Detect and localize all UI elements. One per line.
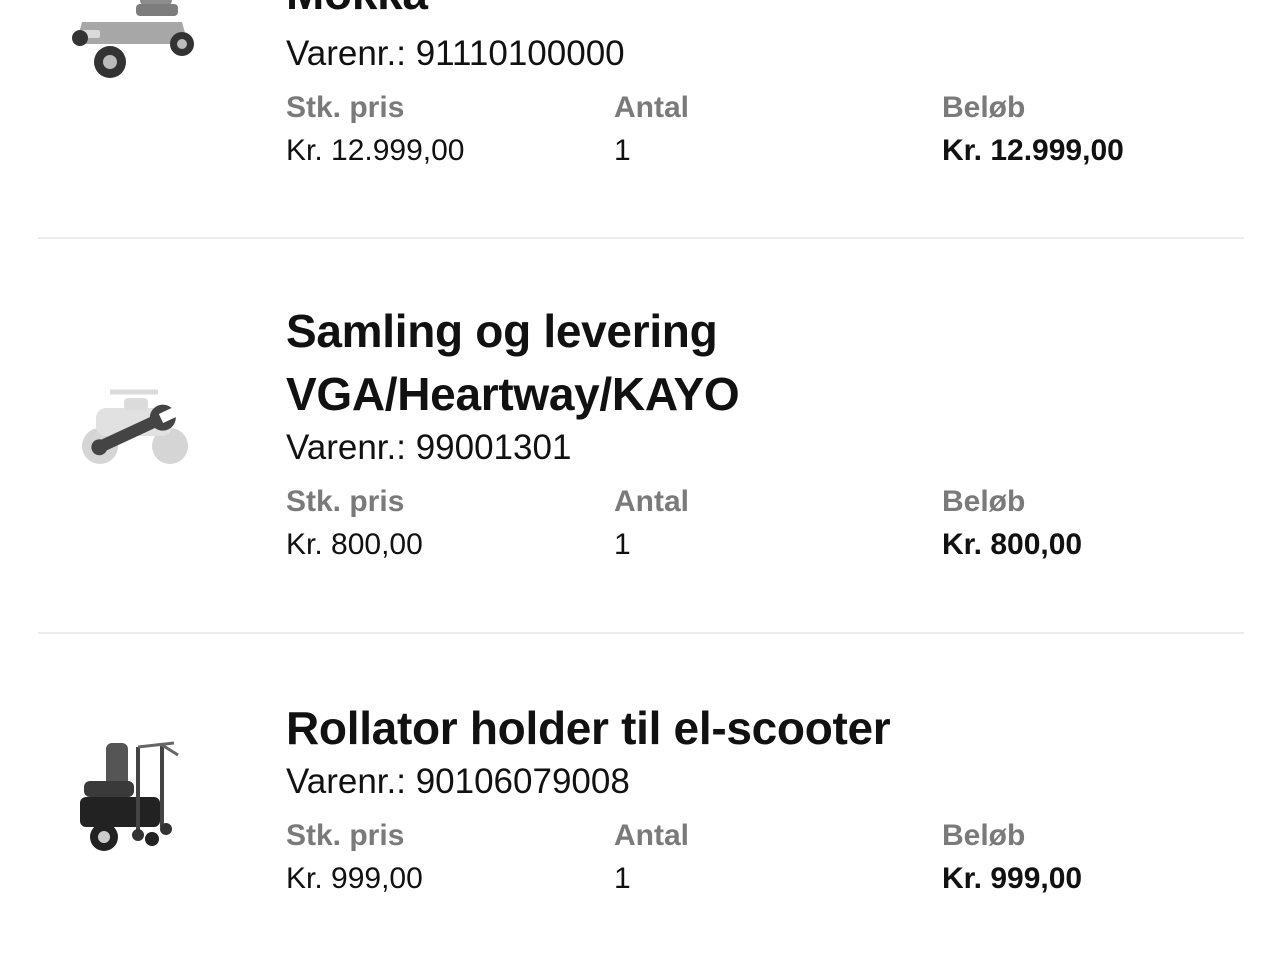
quantity-value: 1 [614,862,631,895]
quantity-column: Antal 1 [614,482,689,568]
unit-price-value: Kr. 12.999,00 [286,134,465,167]
quantity-label: Antal [614,485,689,518]
unit-price-value: Kr. 999,00 [286,862,423,895]
unit-price-label: Stk. pris [286,485,405,518]
quantity-label: Antal [614,91,689,124]
item-divider [38,632,1244,634]
unit-price-column: Stk. pris Kr. 800,00 [286,482,423,568]
unit-price-label: Stk. pris [286,819,405,852]
product-title-line-2: VGA/Heartway/KAYO [286,368,740,420]
amount-label: Beløb [942,485,1026,518]
product-title[interactable]: Mokka [286,0,1246,18]
price-row: Stk. pris Kr. 12.999,00 Antal 1 Beløb Kr… [286,88,1246,178]
price-row: Stk. pris Kr. 800,00 Antal 1 Beløb Kr. 8… [286,482,1246,572]
unit-price-column: Stk. pris Kr. 12.999,00 [286,88,464,174]
amount-label: Beløb [942,91,1026,124]
amount-value: Kr. 12.999,00 [942,134,1124,167]
item-divider [38,237,1244,239]
quantity-value: 1 [614,528,631,561]
product-image[interactable] [62,362,202,502]
product-image[interactable] [62,0,202,98]
amount-label: Beløb [942,819,1026,852]
quantity-label: Antal [614,819,689,852]
quantity-column: Antal 1 [614,816,689,902]
amount-value: Kr. 800,00 [942,528,1083,561]
unit-price-column: Stk. pris Kr. 999,00 [286,816,423,902]
rollator-holder-scooter-icon [80,741,179,851]
product-title[interactable]: Rollator holder til el-scooter [286,697,1246,760]
amount-value: Kr. 999,00 [942,862,1083,895]
product-sku: Varenr.: 90106079008 [286,762,630,801]
unit-price-value: Kr. 800,00 [286,528,423,561]
product-sku: Varenr.: 91110100000 [286,34,625,73]
product-sku: Varenr.: 99001301 [286,428,572,467]
product-title-line-1: Samling og levering [286,305,718,357]
mobility-scooter-icon [72,0,194,78]
product-image[interactable] [62,727,202,867]
price-row: Stk. pris Kr. 999,00 Antal 1 Beløb Kr. 9… [286,816,1246,906]
quantity-column: Antal 1 [614,88,689,174]
amount-column: Beløb Kr. 12.999,00 [942,88,1124,174]
order-items-page: Mokka Varenr.: 91110100000 Stk. pris Kr.… [0,0,1280,960]
assembly-wrench-icon [82,389,188,464]
unit-price-label: Stk. pris [286,91,405,124]
product-title[interactable]: Samling og levering VGA/Heartway/KAYO [286,300,1246,426]
amount-column: Beløb Kr. 800,00 [942,482,1082,568]
amount-column: Beløb Kr. 999,00 [942,816,1082,902]
quantity-value: 1 [614,134,631,167]
